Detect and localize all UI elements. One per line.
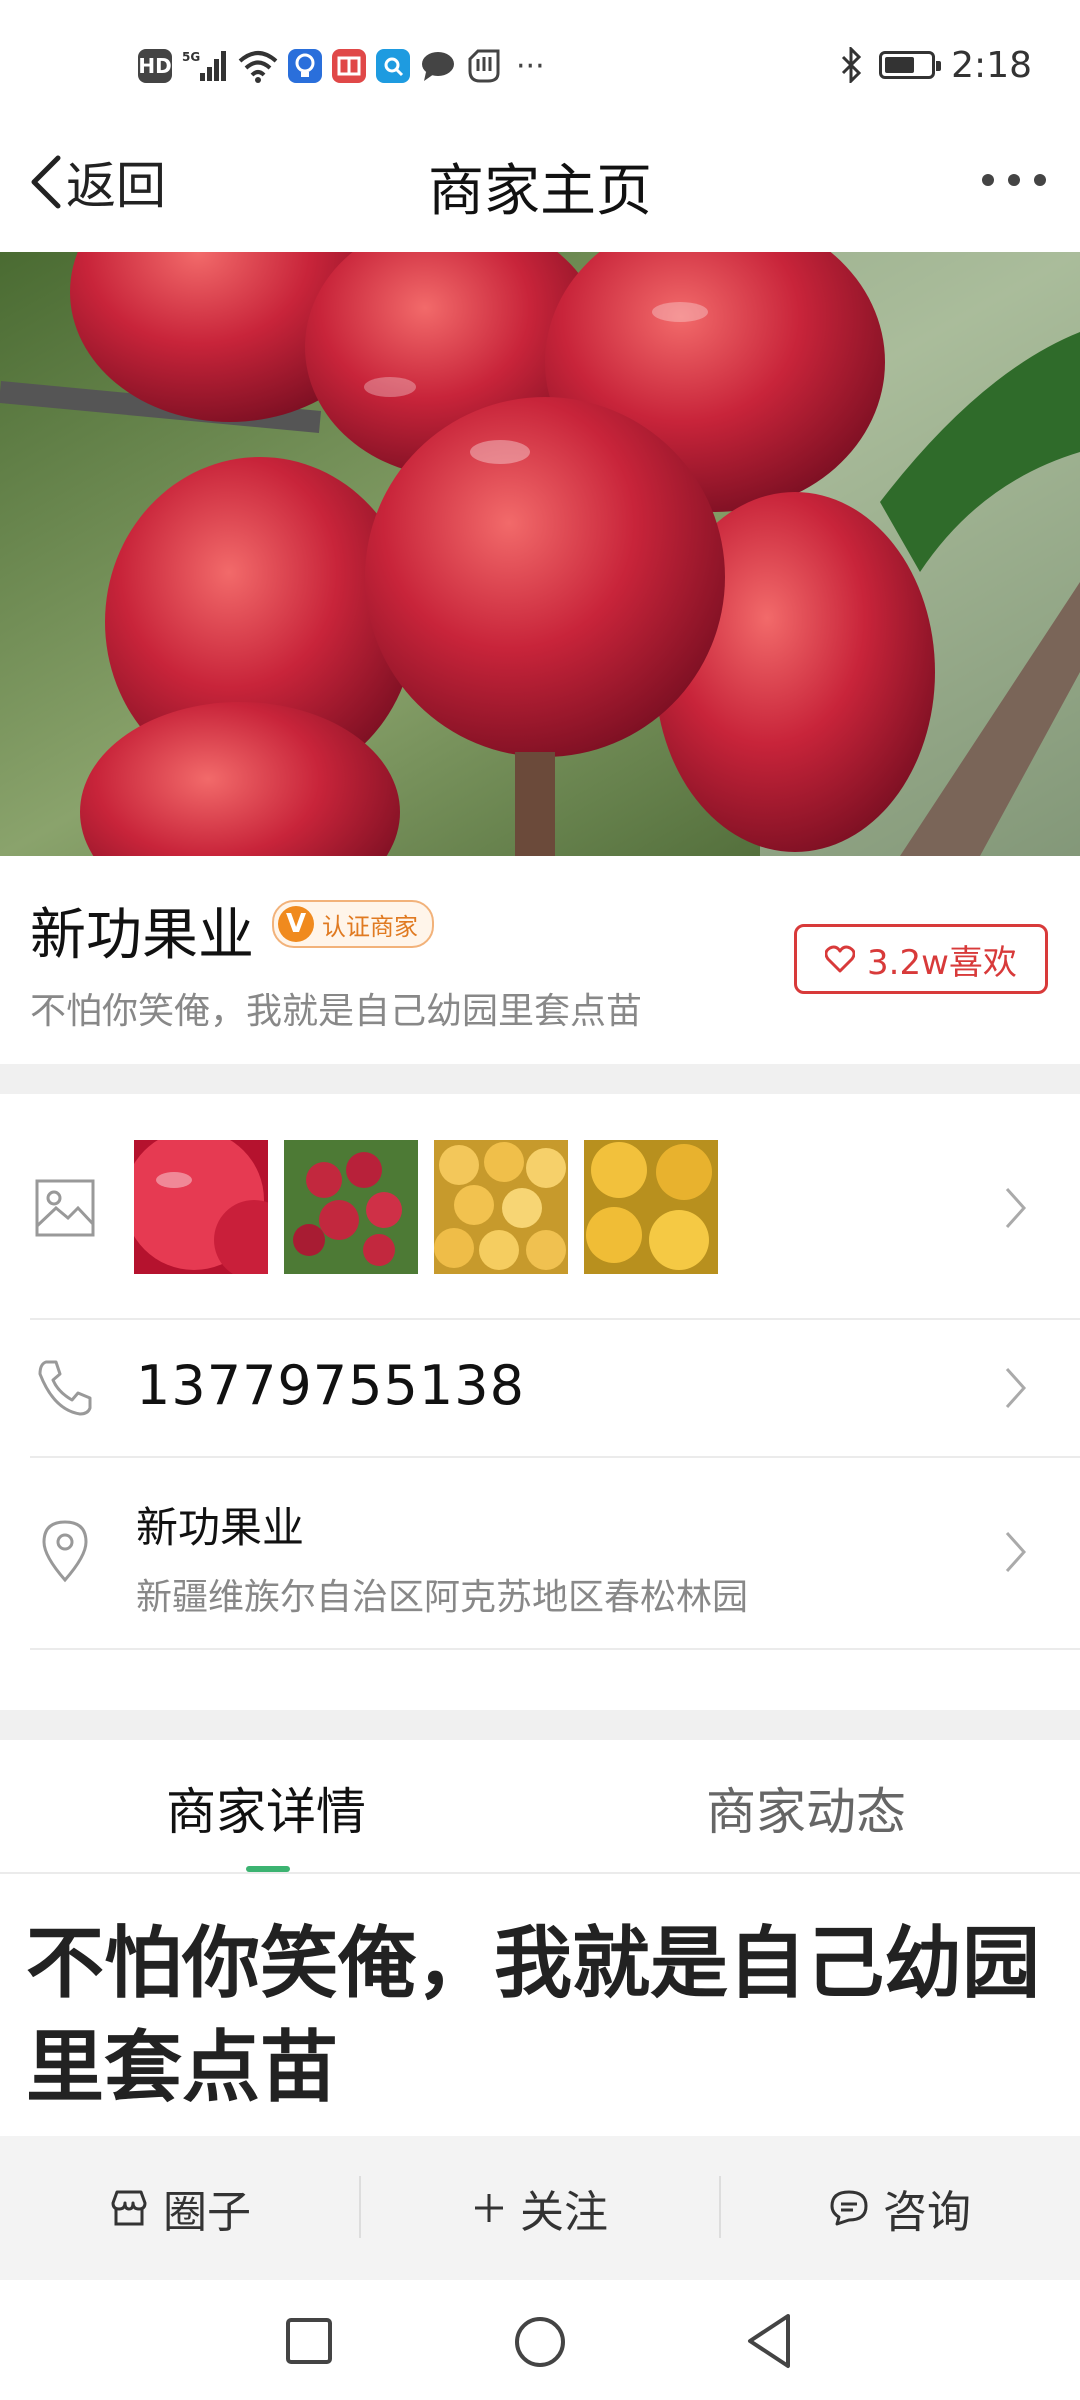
status-icons-right: 2:18: [839, 40, 1032, 90]
follow-button[interactable]: 关注: [360, 2136, 720, 2280]
like-button[interactable]: 3.2w喜欢: [794, 924, 1048, 994]
verified-icon: V: [278, 906, 314, 942]
dot-icon: [1034, 174, 1046, 186]
article-title: 不怕你笑俺，我就是自己幼园里套点苗: [26, 1919, 1041, 2113]
merchant-name: 新功果业: [30, 903, 254, 968]
heart-icon: [825, 945, 856, 973]
location-name: 新功果业: [136, 1503, 305, 1552]
recent-apps-icon[interactable]: [284, 2316, 334, 2366]
like-count: 3.2w喜欢: [867, 942, 1017, 983]
chevron-right-icon: [1005, 1187, 1027, 1229]
home-icon[interactable]: [512, 2314, 568, 2370]
more-dots-icon: ···: [516, 48, 545, 84]
row-divider: [30, 1648, 1080, 1650]
app-notification-icon: [288, 49, 322, 83]
verified-label: 认证商家: [322, 912, 418, 941]
wifi-icon: [238, 51, 278, 83]
fruit-photo: [0, 252, 1080, 856]
gallery-thumbnail[interactable]: [434, 1140, 568, 1274]
plus-icon: [475, 2194, 503, 2222]
app-notification-icon: [332, 49, 366, 83]
hd-label: HD: [138, 54, 172, 78]
net-label: 5G: [182, 50, 200, 64]
battery-icon: [879, 51, 942, 79]
page-title: 商家主页: [428, 159, 652, 224]
circle-button[interactable]: 圈子: [0, 2136, 360, 2280]
tab-merchant-details[interactable]: 商家详情: [166, 1772, 366, 1844]
gallery-thumbnail[interactable]: [134, 1140, 268, 1274]
dot-icon: [982, 174, 994, 186]
5g-signal-icon: 5G: [182, 50, 226, 81]
phone-number: 13779755138: [136, 1354, 525, 1417]
store-icon: [111, 2190, 147, 2226]
consult-label: 咨询: [883, 2187, 971, 2238]
chat-icon: [422, 52, 454, 81]
chat-bubble-icon: [830, 2190, 868, 2226]
status-time: 2:18: [951, 44, 1032, 86]
tab-bar: [0, 1740, 1080, 1874]
status-icons-left: HD 5G ···: [138, 44, 545, 88]
hero-image: [0, 252, 1080, 856]
location-pin-icon: [42, 1520, 88, 1583]
consult-button[interactable]: 咨询: [720, 2136, 1080, 2280]
app-notification-icon: [376, 49, 410, 83]
verified-badge: V 认证商家: [272, 900, 434, 948]
chevron-right-icon: [1005, 1531, 1027, 1573]
merchant-slogan: 不怕你笑俺，我就是自己幼园里套点苗: [30, 991, 643, 1032]
follow-label: 关注: [520, 2187, 608, 2238]
section-divider: [0, 1710, 1080, 1740]
gallery-thumbnail[interactable]: [284, 1140, 418, 1274]
active-tab-indicator: [246, 1866, 290, 1872]
dot-icon: [1008, 174, 1020, 186]
chevron-right-icon: [1005, 1367, 1027, 1409]
back-nav-icon[interactable]: [744, 2312, 794, 2370]
location-address: 新疆维族尔自治区阿克苏地区春松林园: [136, 1577, 749, 1618]
hand-icon: [468, 49, 500, 83]
circle-label: 圈子: [163, 2187, 251, 2238]
hd-icon: HD: [138, 49, 172, 83]
more-options-button[interactable]: [982, 168, 1046, 192]
phone-icon: [38, 1360, 92, 1416]
section-divider: [0, 1064, 1080, 1094]
tab-merchant-updates[interactable]: 商家动态: [706, 1772, 906, 1844]
gallery-thumbnail[interactable]: [584, 1140, 718, 1274]
image-icon: [35, 1179, 95, 1237]
bluetooth-icon: [842, 47, 862, 83]
